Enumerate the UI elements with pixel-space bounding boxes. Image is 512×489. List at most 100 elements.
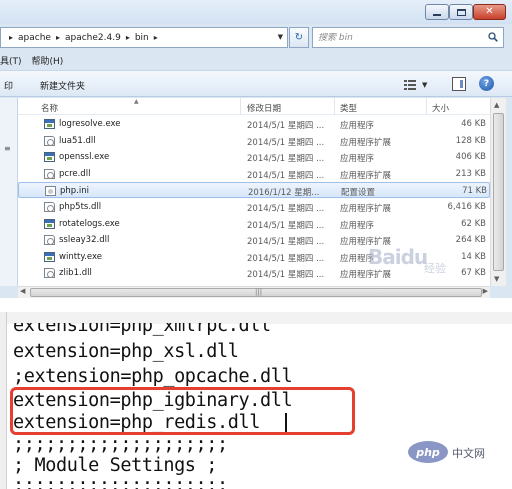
vertical-scrollbar[interactable]: ▲ ▼ [490,98,506,286]
change-view-button[interactable]: ▼ [404,77,440,92]
breadcrumb-arrow-icon: ▸ [125,33,130,42]
code-line[interactable]: ;extension=php_opcache.dll [13,366,293,387]
refresh-button[interactable]: ↻ [289,27,309,48]
view-dropdown-icon: ▼ [422,80,428,89]
file-row[interactable]: pcre.dll 2014/5/1 星期四 ... 应用程序扩展 213 KB [18,166,490,182]
breadcrumb-bin[interactable]: bin [135,33,149,43]
text-editor[interactable]: extension=php_xmlrpc.dll extension=php_x… [0,312,512,489]
file-type: 应用程序 [340,121,375,131]
file-row[interactable]: php.ini 2016/1/12 星期... 配置设置 71 KB [18,182,490,199]
file-name: ssleay32.dll [59,235,110,246]
file-size: 46 KB [461,119,486,129]
dll-file-icon [44,202,55,212]
command-toolbar: 印 新建文件夹 ▼ ? [0,70,512,97]
address-bar[interactable]: ▸ apache ▸ apache2.4.9 ▸ bin ▸ ▼ [0,27,288,48]
help-button[interactable]: ? [479,76,494,91]
dll-file-icon [44,235,55,246]
scroll-up-icon[interactable]: ▲ [494,101,499,109]
file-name: openssl.exe [59,152,110,163]
file-name: php.ini [60,186,89,197]
file-type: 配置设置 [341,188,376,199]
editor-gutter [0,312,7,489]
toolbar-print-button[interactable]: 印 [4,79,13,92]
refresh-icon: ↻ [294,32,304,43]
file-row[interactable]: logresolve.exe 2014/5/1 星期四 ... 应用程序 46 KB [18,116,490,132]
column-name[interactable]: 名称 [41,102,58,114]
address-dropdown-icon[interactable]: ▼ [278,33,283,41]
file-date: 2016/1/12 星期... [248,188,320,199]
menu-help[interactable]: 帮助(H) [32,54,64,67]
file-size: 62 KB [461,218,486,229]
baidu-watermark: Baidu [368,245,428,269]
breadcrumb-arrow-icon: ▸ [55,33,60,42]
file-size: 71 KB [462,186,487,197]
editor-top-edge [0,312,512,324]
code-line[interactable]: extension=php_xsl.dll [13,341,239,362]
file-name: logresolve.exe [59,119,121,129]
scroll-down-icon[interactable]: ▼ [494,275,499,283]
file-date: 2014/5/1 星期四 ... [247,154,325,165]
file-date: 2014/5/1 星期四 ... [247,204,325,214]
file-date: 2014/5/1 星期四 ... [247,237,325,248]
file-type: 应用程序扩展 [340,270,392,281]
column-type[interactable]: 类型 [340,102,357,114]
file-name: lua51.dll [59,135,96,146]
file-size: 6,416 KB [447,202,486,212]
file-date: 2014/5/1 星期四 ... [247,121,325,131]
breadcrumb-apache[interactable]: apache [18,33,51,43]
code-line-module-settings[interactable]: ; Module Settings ; [13,455,217,476]
file-date: 2014/5/1 星期四 ... [247,220,325,231]
search-icon[interactable] [488,32,498,42]
file-name: wintty.exe [59,251,102,262]
file-size: 213 KB [455,168,486,179]
file-type: 应用程序扩展 [340,170,392,181]
breadcrumb-apache-version[interactable]: apache2.4.9 [65,33,121,43]
dll-file-icon [44,135,55,146]
code-line[interactable]: ;;;;;;;;;;;;;;;;;;;; [13,434,228,455]
scroll-grip-icon: ||| [255,288,263,296]
file-name: zlib1.dll [59,268,92,279]
search-input[interactable] [318,32,468,43]
highlight-annotation-box [10,387,355,435]
php-logo-text: php [416,445,440,459]
file-name: rotatelogs.exe [59,218,120,229]
horizontal-scroll-thumb[interactable]: ||| [30,288,482,297]
sort-ascending-icon: ▲ [134,98,139,105]
maximize-icon [456,8,466,16]
splitter-grip-icon[interactable]: ≡ [4,144,11,153]
minimize-button[interactable] [425,4,449,20]
file-row[interactable]: php5ts.dll 2014/5/1 星期四 ... 应用程序扩展 6,416 KB [18,199,490,215]
horizontal-scrollbar[interactable]: ◀ ||| ▶ [18,286,490,298]
breadcrumb-arrow-icon: ▸ [9,33,14,42]
breadcrumb-arrow-icon: ▸ [153,33,158,42]
file-size: 406 KB [455,152,486,163]
preview-pane-button[interactable] [452,77,466,91]
vertical-scroll-thumb[interactable] [493,113,504,271]
file-row[interactable]: rotatelogs.exe 2014/5/1 星期四 ... 应用程序 62 KB [18,216,490,232]
exe-file-icon [44,251,55,262]
file-type: 应用程序 [340,220,375,231]
close-button[interactable]: ✕ [473,4,506,20]
address-row: ▸ apache ▸ apache2.4.9 ▸ bin ▸ ▼ ↻ [0,27,512,49]
menu-tools[interactable]: 具(T) [0,54,22,67]
new-folder-button[interactable]: 新建文件夹 [40,79,85,92]
file-date: 2014/5/1 星期四 ... [247,170,325,181]
maximize-button[interactable] [449,4,473,20]
screenshot-gap [0,298,512,312]
column-date[interactable]: 修改日期 [247,102,281,114]
scroll-left-icon[interactable]: ◀ [20,287,25,295]
file-name: pcre.dll [59,168,91,179]
column-size[interactable]: 大小 [432,102,449,114]
file-type: 应用程序 [340,154,375,165]
ini-file-icon [45,186,56,197]
navigation-pane: ≡ [0,98,18,286]
exe-file-icon [44,152,55,163]
code-line[interactable]: ;;;;;;;;;;;;;;;;;;;; [13,475,228,489]
file-row[interactable]: lua51.dll 2014/5/1 星期四 ... 应用程序扩展 128 KB [18,133,490,149]
menu-bar: 具(T) 帮助(H) [0,52,512,68]
scroll-right-icon[interactable]: ▶ [483,287,488,295]
explorer-window: ✕ ▸ apache ▸ apache2.4.9 ▸ bin ▸ ▼ ↻ 具(T… [0,0,512,298]
file-size: 67 KB [461,268,486,279]
dll-file-icon [44,268,55,279]
file-row[interactable]: openssl.exe 2014/5/1 星期四 ... 应用程序 406 KB [18,149,490,165]
